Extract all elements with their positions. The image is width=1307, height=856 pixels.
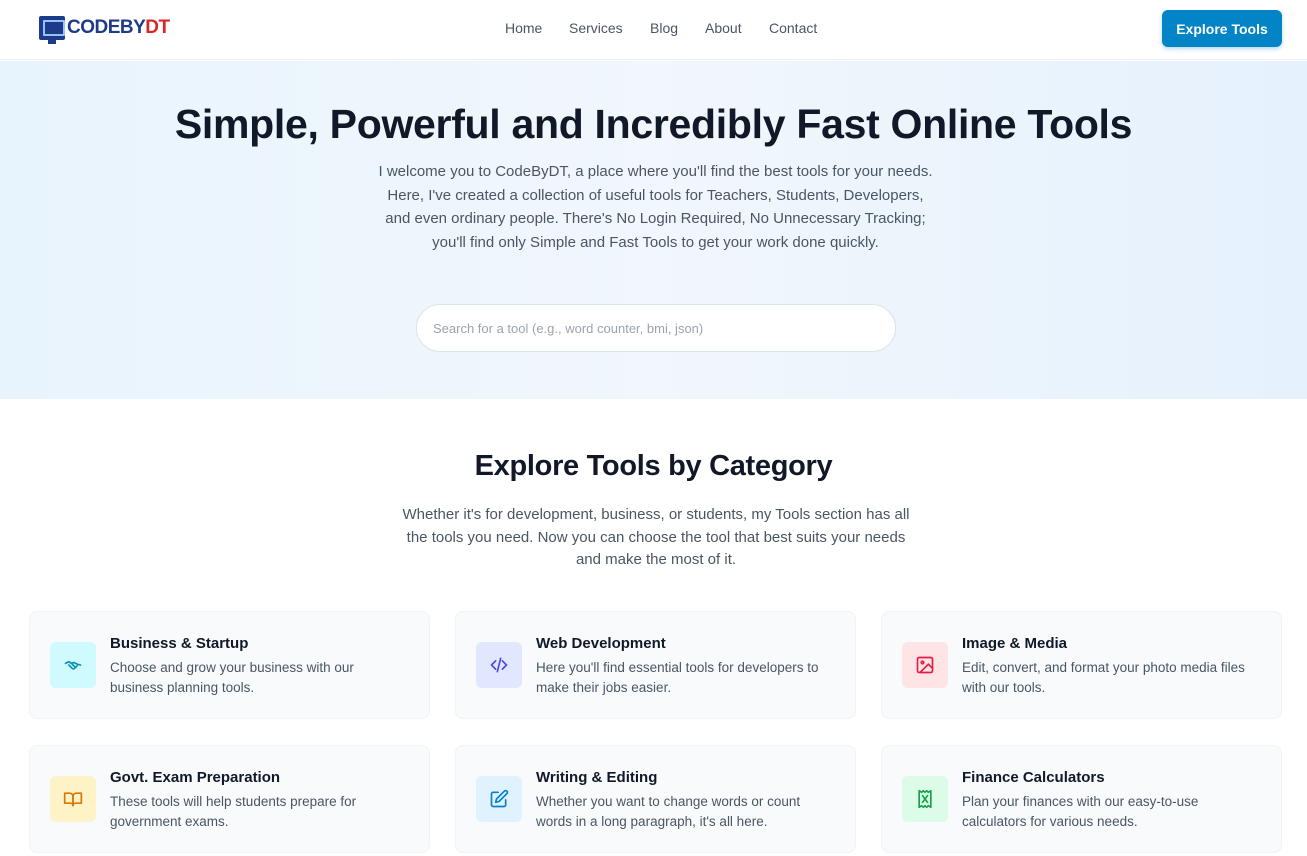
category-icon-box <box>50 776 96 822</box>
category-card-govt-exam[interactable]: Govt. Exam Preparation These tools will … <box>29 745 430 853</box>
category-icon-box <box>902 642 948 688</box>
nav-services[interactable]: Services <box>569 20 623 36</box>
main-nav: Home Services Blog About Contact <box>0 0 1307 60</box>
category-description: Edit, convert, and format your photo med… <box>962 660 1245 695</box>
categories-description: Whether it's for development, business, … <box>402 506 910 568</box>
category-card-finance[interactable]: Finance Calculators Plan your finances w… <box>881 745 1282 853</box>
category-card-web-dev[interactable]: Web Development Here you'll find essenti… <box>455 611 856 719</box>
category-title: Image & Media <box>962 635 1068 652</box>
categories-title: Explore Tools by Category <box>474 450 833 482</box>
nav-contact[interactable]: Contact <box>769 20 817 36</box>
nav-blog[interactable]: Blog <box>650 20 678 36</box>
category-description: Choose and grow your business with our b… <box>110 660 354 695</box>
category-title: Business & Startup <box>110 635 249 652</box>
handshake-icon <box>64 660 82 670</box>
category-title: Web Development <box>536 635 666 652</box>
category-icon-box <box>476 776 522 822</box>
nav-home[interactable]: Home <box>505 20 542 36</box>
category-card-writing[interactable]: Writing & Editing Whether you want to ch… <box>455 745 856 853</box>
hero-description: I welcome you to CodeByDT, a place where… <box>378 163 933 251</box>
category-title: Writing & Editing <box>536 769 658 786</box>
image-icon <box>916 656 934 674</box>
hero-section: Simple, Powerful and Incredibly Fast Onl… <box>0 61 1307 399</box>
category-icon-box <box>476 642 522 688</box>
category-description: Whether you want to change words or coun… <box>536 794 801 829</box>
tool-search-input[interactable] <box>416 304 896 352</box>
site-header: CODEBYDT Home Services Blog About Contac… <box>0 0 1307 60</box>
category-description: Plan your finances with our easy-to-use … <box>962 794 1199 829</box>
category-title: Finance Calculators <box>962 769 1105 786</box>
code-icon <box>490 657 508 673</box>
category-card-business[interactable]: Business & Startup Choose and grow your … <box>29 611 430 719</box>
category-icon-box <box>902 776 948 822</box>
nav-about[interactable]: About <box>705 20 742 36</box>
category-description: Here you'll find essential tools for dev… <box>536 660 819 695</box>
category-icon-box <box>50 642 96 688</box>
hero-title: Simple, Powerful and Incredibly Fast Onl… <box>174 101 1133 147</box>
category-description: These tools will help students prepare f… <box>110 794 357 829</box>
receipt-icon <box>918 789 932 809</box>
explore-tools-button[interactable]: Explore Tools <box>1162 10 1282 47</box>
category-title: Govt. Exam Preparation <box>110 769 281 786</box>
pencil-square-icon <box>490 789 509 808</box>
book-open-icon <box>63 792 83 807</box>
category-card-image-media[interactable]: Image & Media Edit, convert, and format … <box>881 611 1282 719</box>
